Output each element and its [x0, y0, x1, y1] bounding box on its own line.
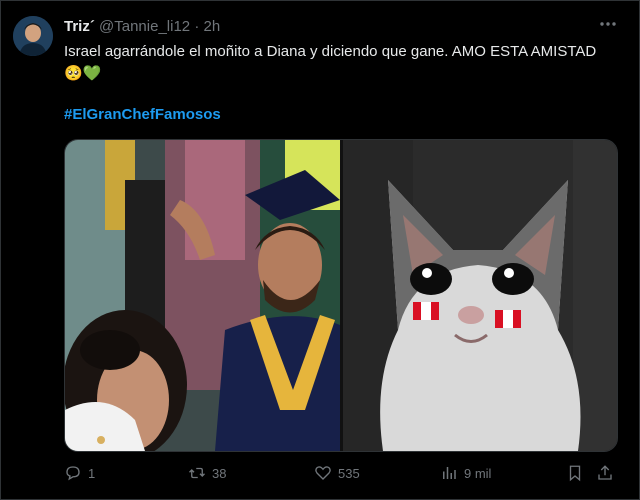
action-bar: 1 38 535 9 mil: [64, 462, 616, 484]
post-time[interactable]: 2h: [203, 18, 220, 35]
views-button[interactable]: 9 mil: [440, 462, 491, 484]
peru-flag-right: [495, 310, 521, 328]
peru-flag-left: [413, 302, 439, 320]
views-chart-icon: [443, 467, 456, 479]
media-grid[interactable]: [64, 139, 618, 452]
reply-button[interactable]: 1: [64, 462, 95, 484]
photo-crying-cat[interactable]: [343, 140, 617, 451]
repost-icon: [189, 467, 205, 479]
bookmark-button[interactable]: [566, 462, 584, 484]
bookmark-icon: [569, 465, 581, 482]
share-icon: [598, 465, 612, 480]
like-button[interactable]: 535: [314, 462, 360, 484]
heart-icon: [315, 466, 331, 480]
author-name[interactable]: Triz´: [64, 18, 95, 35]
reply-count: 1: [88, 465, 96, 481]
reply-icon: [66, 466, 80, 481]
more-options-icon[interactable]: [598, 14, 618, 34]
views-count: 9 mil: [464, 465, 492, 481]
hashtag-link[interactable]: #ElGranChefFamosos: [64, 106, 221, 124]
repost-button[interactable]: 38: [188, 462, 226, 484]
repost-count: 38: [212, 465, 227, 481]
share-button[interactable]: [596, 462, 614, 484]
author-handle[interactable]: @Tannie_li12: [99, 18, 190, 35]
separator: ·: [194, 18, 200, 35]
avatar[interactable]: [13, 16, 53, 56]
like-count: 535: [338, 465, 360, 481]
post-text: Israel agarrándole el moñito a Diana y d…: [64, 43, 597, 82]
photo-show-scene[interactable]: [65, 140, 340, 451]
post-header: Triz´ @Tannie_li12 · 2h: [64, 18, 220, 36]
